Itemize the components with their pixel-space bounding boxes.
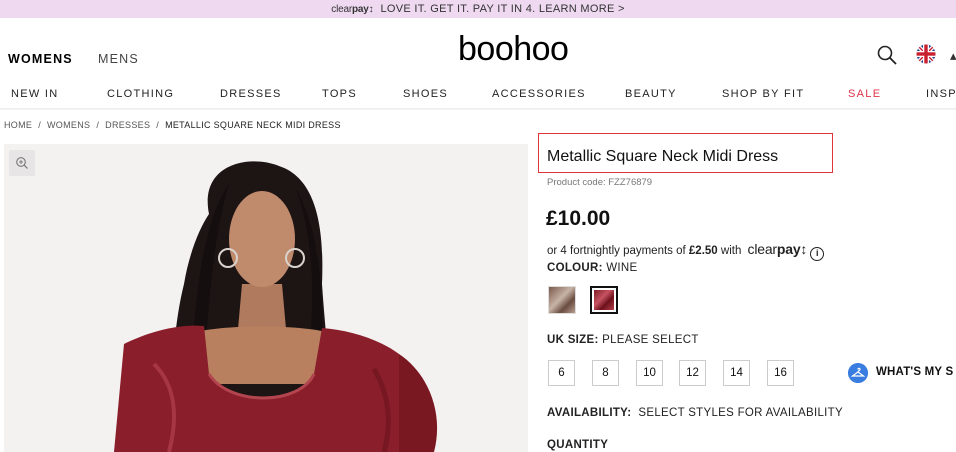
product-image[interactable] bbox=[4, 144, 528, 452]
nav-item-dresses[interactable]: DRESSES bbox=[220, 88, 282, 100]
nav-item-accessories[interactable]: ACCESSORIES bbox=[492, 88, 586, 100]
size-option-12[interactable]: 12 bbox=[679, 360, 706, 386]
size-option-6[interactable]: 6 bbox=[548, 360, 575, 386]
installment-text: or 4 fortnightly payments of bbox=[547, 245, 689, 257]
installment-with: with bbox=[717, 245, 745, 257]
breadcrumb-separator: / bbox=[38, 120, 42, 130]
promo-message: LOVE IT. GET IT. PAY IT IN 4. LEARN MORE… bbox=[380, 3, 625, 15]
mens-tab[interactable]: MENS bbox=[98, 52, 139, 66]
colour-label: COLOUR: WINE bbox=[547, 262, 638, 274]
nav-item-beauty[interactable]: BEAUTY bbox=[625, 88, 677, 100]
nav-item-new-in[interactable]: NEW IN bbox=[11, 88, 59, 100]
breadcrumb-dresses[interactable]: DRESSES bbox=[105, 120, 150, 130]
nav-item-shoes[interactable]: SHOES bbox=[403, 88, 448, 100]
installment-info: or 4 fortnightly payments of £2.50 with … bbox=[547, 241, 825, 261]
promo-banner[interactable]: clearpay↕ LOVE IT. GET IT. PAY IT IN 4. … bbox=[0, 0, 956, 18]
quantity-label: QUANTITY bbox=[547, 439, 609, 451]
product-photo-illustration bbox=[114, 161, 438, 452]
nav-divider bbox=[0, 109, 956, 110]
site-logo[interactable]: boohoo bbox=[458, 30, 569, 69]
product-price: £10.00 bbox=[546, 207, 611, 230]
breadcrumb-separator: / bbox=[156, 120, 160, 130]
zoom-button[interactable] bbox=[9, 150, 35, 176]
availability-value: SELECT STYLES FOR AVAILABILITY bbox=[638, 407, 843, 419]
product-title: Metallic Square Neck Midi Dress bbox=[547, 148, 779, 165]
nav-item-clothing[interactable]: CLOTHING bbox=[107, 88, 174, 100]
breadcrumb-current: METALLIC SQUARE NECK MIDI DRESS bbox=[165, 120, 341, 130]
size-option-8[interactable]: 8 bbox=[592, 360, 619, 386]
colour-swatch-wine[interactable] bbox=[590, 286, 618, 314]
size-label: UK SIZE: PLEASE SELECT bbox=[547, 334, 699, 346]
uk-flag-icon[interactable] bbox=[916, 44, 936, 64]
info-icon[interactable]: i bbox=[810, 247, 825, 261]
zoom-icon bbox=[16, 157, 28, 169]
size-option-14[interactable]: 14 bbox=[723, 360, 750, 386]
nav-item-sale[interactable]: SALE bbox=[848, 88, 881, 100]
colour-value: WINE bbox=[606, 262, 638, 274]
nav-item-tops[interactable]: TOPS bbox=[322, 88, 357, 100]
breadcrumb: HOME / WOMENS / DRESSES / METALLIC SQUARE NECK… bbox=[4, 120, 341, 130]
availability: AVAILABILITY: SELECT STYLES FOR AVAILABI… bbox=[547, 407, 843, 419]
top-bar: WOMENS MENS boohoo ▴ bbox=[0, 18, 956, 80]
size-option-16[interactable]: 16 bbox=[767, 360, 794, 386]
main-nav: NEW IN CLOTHING DRESSES TOPS SHOES ACCES… bbox=[0, 80, 956, 109]
nav-item-inspiration[interactable]: INSP bbox=[926, 88, 956, 100]
size-value: PLEASE SELECT bbox=[602, 334, 699, 346]
search-icon[interactable] bbox=[876, 44, 898, 66]
size-option-10[interactable]: 10 bbox=[636, 360, 663, 386]
installment-amount: £2.50 bbox=[688, 245, 718, 257]
womens-tab[interactable]: WOMENS bbox=[8, 52, 73, 66]
breadcrumb-womens[interactable]: WOMENS bbox=[47, 120, 90, 130]
breadcrumb-separator: / bbox=[96, 120, 100, 130]
breadcrumb-home[interactable]: HOME bbox=[4, 120, 32, 130]
account-icon[interactable]: ▴ bbox=[950, 48, 956, 64]
product-code: Product code: FZZ76879 bbox=[547, 177, 653, 188]
colour-swatch-bronze[interactable] bbox=[548, 286, 576, 314]
nav-item-shop-by-fit[interactable]: SHOP BY FIT bbox=[722, 88, 804, 100]
hanger-icon[interactable] bbox=[848, 363, 868, 383]
clearpay-logo: clearpay↕ bbox=[331, 4, 374, 15]
clearpay-logo: clearpay↕ bbox=[747, 241, 808, 257]
whats-my-size-link[interactable]: WHAT'S MY S bbox=[876, 366, 953, 378]
